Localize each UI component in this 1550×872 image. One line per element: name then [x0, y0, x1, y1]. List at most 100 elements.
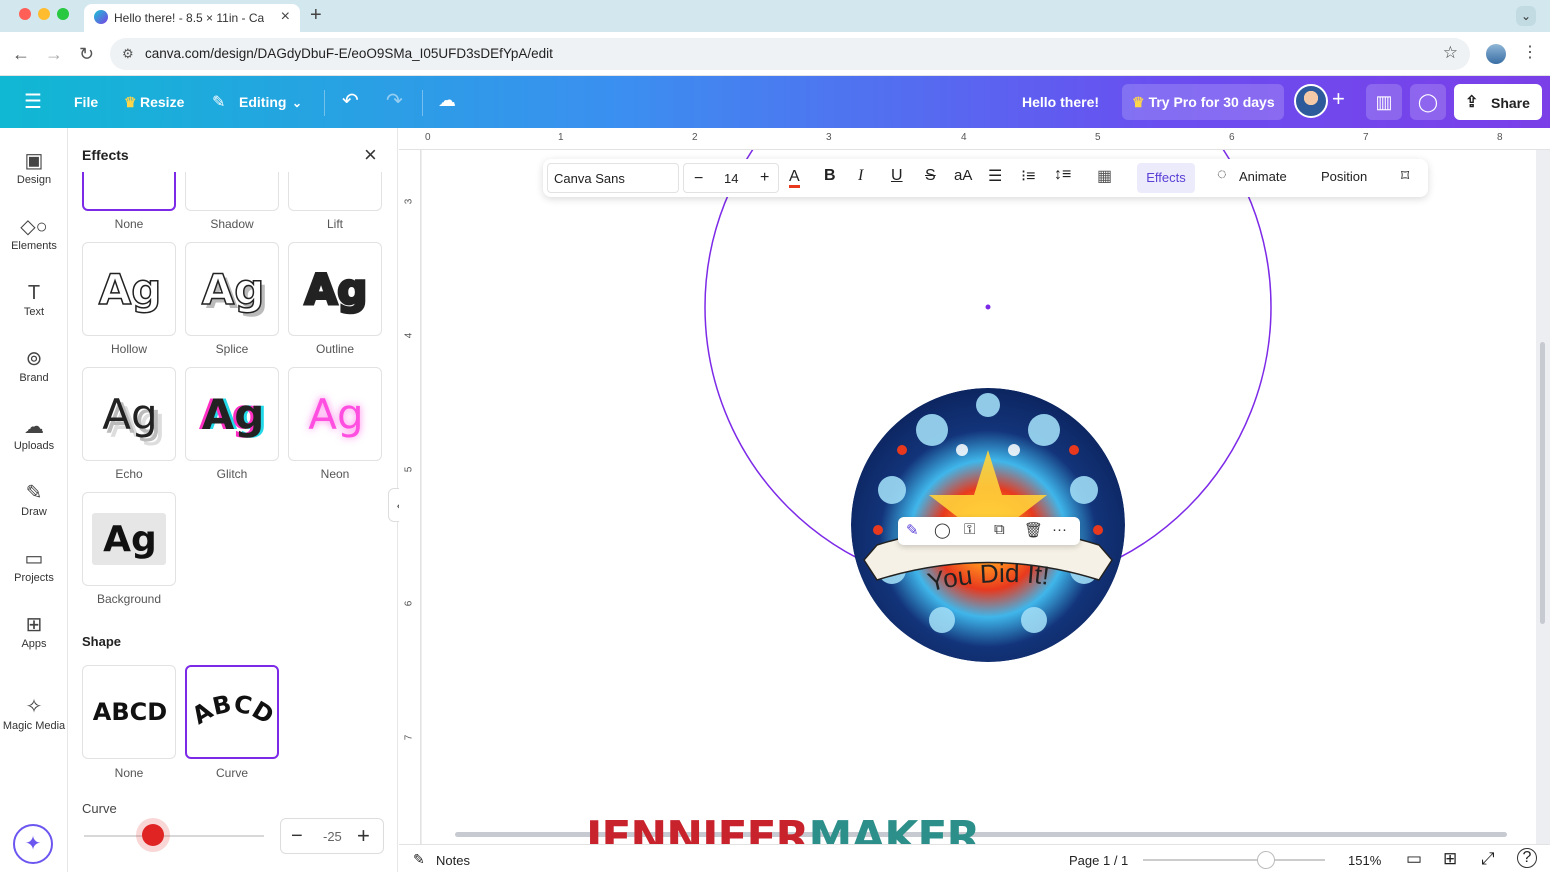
url-text: canva.com/design/DAGdyDbuF-E/eoO9SMa_I05… — [145, 46, 553, 61]
transparency-icon[interactable]: ▦ — [1097, 166, 1112, 186]
letter-case-icon[interactable]: aA — [954, 167, 972, 184]
rail-item-brand[interactable]: ⊚ Brand — [0, 346, 68, 384]
curve-value-input[interactable]: -25 — [323, 829, 342, 844]
more-options-icon[interactable]: ··· — [1052, 521, 1067, 538]
effect-background-card[interactable]: Ag — [82, 492, 176, 586]
effect-neon-card[interactable]: Ag — [288, 367, 382, 461]
help-icon[interactable]: ? — [1517, 848, 1537, 868]
animate-button[interactable]: Animate — [1239, 169, 1287, 184]
rail-item-elements[interactable]: ◇○ Elements — [0, 214, 68, 252]
rail-item-uploads[interactable]: ☁ Uploads — [0, 414, 68, 452]
align-center-icon[interactable]: ☰ — [988, 166, 1002, 186]
pages-grid-icon[interactable]: ⊞ — [1443, 849, 1457, 869]
zoom-level[interactable]: 151% — [1348, 853, 1381, 868]
magic-edit-icon[interactable]: ✎ — [906, 521, 919, 539]
undo-icon[interactable]: ↶ — [342, 88, 359, 113]
delete-icon[interactable]: 🗑 — [1024, 521, 1043, 539]
svg-text:ABCD: ABCD — [187, 690, 278, 730]
rail-item-magic-media[interactable]: ✧ Magic Media — [0, 694, 68, 732]
magic-assistant-icon[interactable]: ✦ — [13, 824, 53, 864]
bullet-list-icon[interactable]: ⁝≡ — [1021, 166, 1035, 186]
strikethrough-icon[interactable]: S — [925, 167, 936, 185]
notes-button[interactable]: Notes — [436, 853, 470, 868]
zoom-slider-track[interactable] — [1143, 859, 1325, 861]
file-menu[interactable]: File — [74, 94, 98, 110]
effect-shadow-card[interactable] — [185, 172, 279, 211]
editing-mode-dropdown[interactable]: Editing — [239, 94, 286, 110]
spacing-icon[interactable]: ↕≡ — [1054, 166, 1071, 184]
browser-menu-icon[interactable]: ⋮ — [1522, 42, 1538, 62]
italic-icon[interactable]: I — [858, 167, 863, 185]
insights-chart-icon[interactable]: ▥ — [1366, 84, 1402, 120]
curve-slider-handle[interactable] — [142, 824, 164, 846]
close-window-button[interactable] — [19, 8, 31, 20]
effect-preview: Ag — [201, 390, 265, 439]
effect-splice-card[interactable]: Ag — [185, 242, 279, 336]
ruler-tick-label: 8 — [1497, 132, 1503, 143]
hamburger-icon[interactable]: ☰ — [24, 89, 42, 114]
effect-preview: Ag — [103, 519, 157, 560]
site-info-icon[interactable]: ⚙ — [122, 46, 134, 62]
effect-echo-card[interactable]: Ag — [82, 367, 176, 461]
position-button[interactable]: Position — [1321, 169, 1367, 184]
cloud-saved-icon[interactable]: ☁ — [438, 90, 456, 111]
close-tab-icon[interactable]: × — [281, 8, 290, 26]
back-icon[interactable]: ← — [12, 44, 30, 65]
comment-icon[interactable]: ◯ — [1410, 84, 1446, 120]
increase-font-size-button[interactable]: + — [760, 169, 769, 187]
text-color-icon[interactable]: A — [789, 169, 800, 188]
decrease-button[interactable]: − — [291, 825, 303, 848]
minimize-window-button[interactable] — [38, 8, 50, 20]
page-indicator[interactable]: Page 1 / 1 — [1069, 853, 1128, 868]
add-collaborator-icon[interactable]: + — [1332, 86, 1345, 112]
new-tab-button[interactable]: + — [310, 4, 322, 27]
underline-icon[interactable]: U — [891, 167, 903, 185]
effect-lift-card[interactable] — [288, 172, 382, 211]
lock-icon[interactable]: ⚿ — [964, 521, 975, 538]
maximize-window-button[interactable] — [57, 8, 69, 20]
effect-outline-card[interactable]: Ag — [288, 242, 382, 336]
font-size-input[interactable]: 14 — [724, 171, 738, 186]
rail-item-projects[interactable]: ▭ Projects — [0, 546, 68, 584]
decrease-font-size-button[interactable]: − — [694, 170, 703, 188]
duplicate-icon[interactable]: ⧉ — [994, 521, 1005, 538]
curve-slider-track[interactable] — [84, 835, 264, 837]
paint-format-icon[interactable]: ⌑ — [1401, 166, 1409, 186]
rotation-center-handle[interactable] — [985, 304, 991, 310]
fullscreen-icon[interactable]: ⤢ — [1481, 849, 1495, 869]
effect-glitch-card[interactable]: Ag — [185, 367, 279, 461]
rail-item-design[interactable]: ▣ Design — [0, 148, 68, 186]
vertical-scrollbar[interactable] — [1540, 342, 1545, 624]
shape-curve-card[interactable]: ABCD — [185, 665, 279, 759]
effect-none-card[interactable] — [82, 172, 176, 211]
zoom-slider-handle[interactable] — [1257, 851, 1275, 869]
user-avatar[interactable] — [1294, 84, 1328, 118]
shape-none-card[interactable]: ABCD — [82, 665, 176, 759]
bookmark-star-icon[interactable]: ☆ — [1443, 43, 1458, 63]
try-pro-button[interactable]: ♛ Try Pro for 30 days — [1122, 84, 1284, 120]
rail-item-text[interactable]: T Text — [0, 280, 68, 318]
rail-item-apps[interactable]: ⊞ Apps — [0, 612, 68, 650]
resize-button[interactable]: Resize — [140, 94, 184, 110]
tab-search-icon[interactable]: ⌄ — [1516, 6, 1536, 26]
close-icon[interactable]: × — [364, 142, 377, 168]
rail-item-draw[interactable]: ✎ Draw — [0, 480, 68, 518]
url-field[interactable]: ⚙ canva.com/design/DAGdyDbuF-E/eoO9SMa_I… — [110, 38, 1470, 70]
design-page[interactable]: You Did It! — [422, 150, 1536, 844]
forward-icon[interactable]: → — [45, 44, 63, 65]
increase-button[interactable]: + — [357, 823, 370, 849]
chevron-down-icon[interactable]: ⌄ — [292, 96, 302, 110]
browser-tab[interactable]: Hello there! - 8.5 × 11in - Can × — [84, 4, 300, 32]
effects-button[interactable]: Effects — [1137, 163, 1195, 193]
grid-view-icon[interactable]: ▭ — [1406, 849, 1422, 869]
redo-icon[interactable]: ↷ — [386, 88, 403, 113]
comment-icon[interactable]: ◯ — [934, 521, 951, 539]
bold-icon[interactable]: B — [824, 167, 836, 185]
folder-icon: ▭ — [24, 548, 44, 570]
reload-icon[interactable]: ↻ — [79, 44, 94, 65]
design-title[interactable]: Hello there! — [1022, 94, 1099, 110]
share-button[interactable]: ⇪ Share — [1454, 84, 1542, 120]
font-family-dropdown[interactable]: Canva Sans — [547, 163, 679, 193]
browser-profile-avatar[interactable] — [1486, 44, 1506, 64]
effect-hollow-card[interactable]: Ag — [82, 242, 176, 336]
